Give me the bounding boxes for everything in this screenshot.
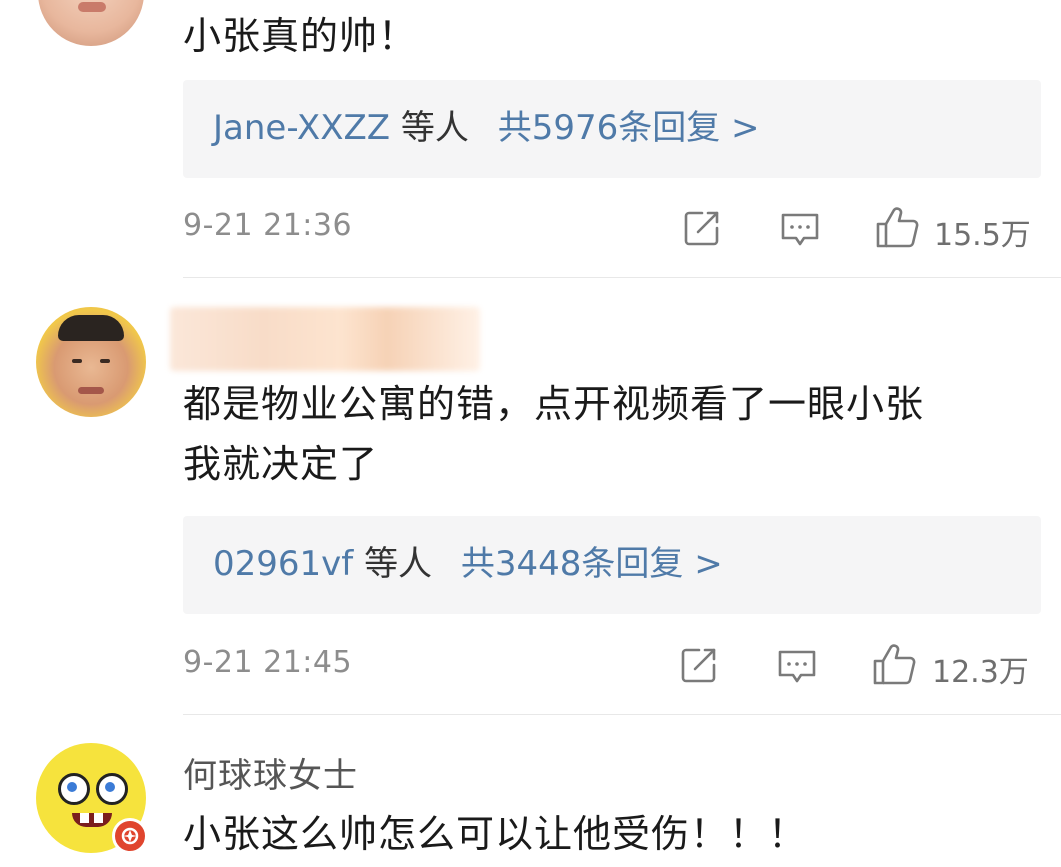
like-count: 12.3万 <box>932 655 1029 690</box>
reply-total-link[interactable]: 共5976条回复 > <box>498 108 760 148</box>
comment-time: 9-21 21:36 <box>183 208 353 243</box>
like-count: 15.5万 <box>934 218 1031 253</box>
comment-text-line2: 我就决定了 <box>183 442 379 486</box>
reply-preview[interactable]: Jane-XXZZ 等人 共5976条回复 > <box>183 80 1041 178</box>
comment-icon[interactable] <box>779 210 821 250</box>
reply-preview[interactable]: 02961vf 等人 共3448条回复 > <box>183 516 1041 614</box>
reply-users[interactable]: Jane-XXZZ <box>213 108 390 148</box>
like-icon[interactable] <box>871 641 917 687</box>
username-blurred[interactable] <box>170 307 480 371</box>
reply-etc: 等人 <box>364 544 433 584</box>
reply-etc: 等人 <box>400 108 469 148</box>
divider <box>183 277 1061 278</box>
avatar[interactable] <box>38 0 144 46</box>
verified-badge-icon <box>112 818 148 854</box>
comment-text-line1: 都是物业公寓的错，点开视频看了一眼小张 <box>183 382 925 426</box>
reply-users[interactable]: 02961vf <box>213 544 353 584</box>
like-icon[interactable] <box>874 204 920 250</box>
comment-time: 9-21 21:45 <box>183 645 353 680</box>
username[interactable]: 何球球女士 <box>183 748 358 797</box>
comment-text: 小张真的帅！ <box>183 14 418 58</box>
comment-text: 小张这么帅怎么可以让他受伤！！！ <box>183 812 808 856</box>
avatar[interactable] <box>36 307 146 417</box>
divider <box>183 714 1061 715</box>
comment-icon[interactable] <box>776 647 818 687</box>
share-icon[interactable] <box>679 645 719 685</box>
share-icon[interactable] <box>682 208 722 248</box>
reply-total-link[interactable]: 共3448条回复 > <box>461 544 723 584</box>
